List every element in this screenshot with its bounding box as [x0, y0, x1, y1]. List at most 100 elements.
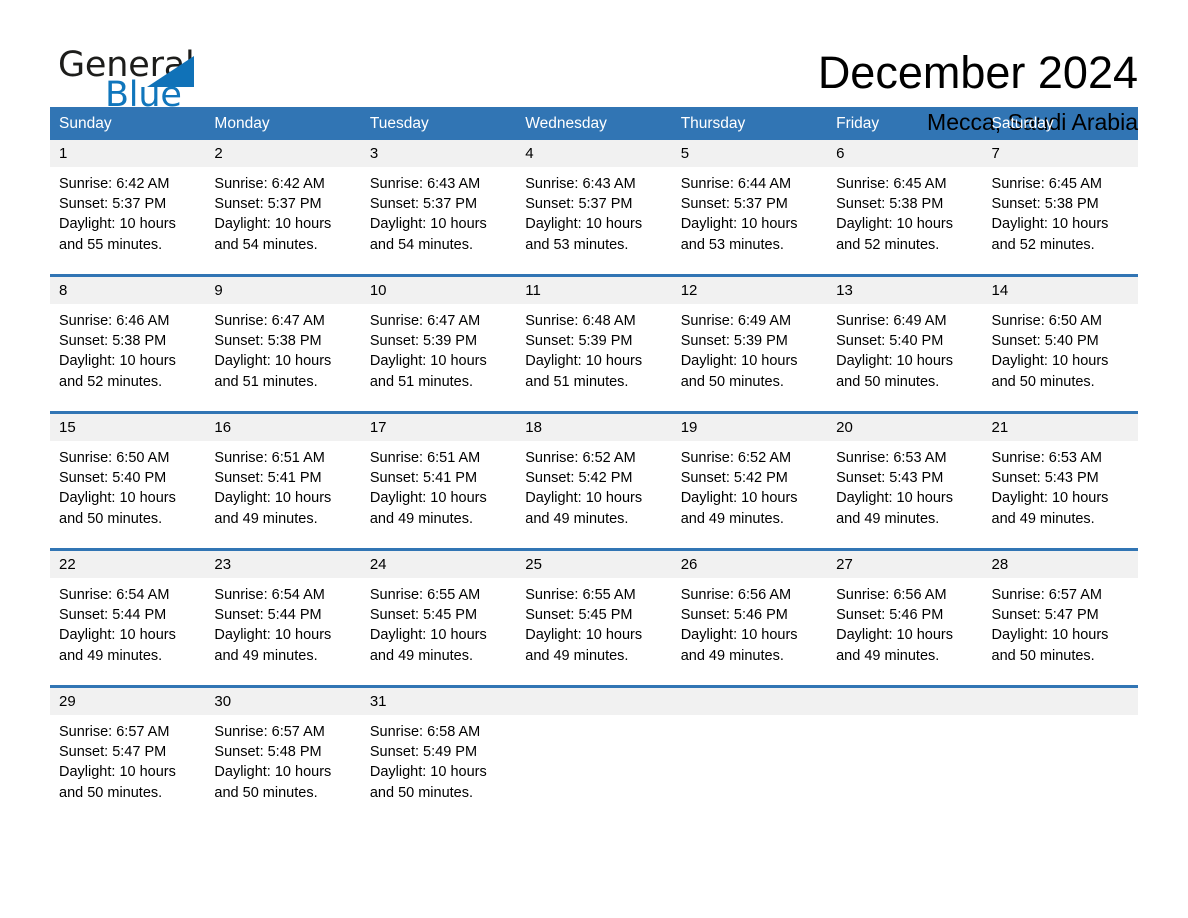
weekday-header-thursday: Thursday: [680, 115, 746, 132]
day-number[interactable]: 26: [672, 551, 827, 578]
day-number[interactable]: 7: [983, 140, 1138, 167]
sunrise-text: Sunrise: 6:47 AM: [369, 313, 481, 329]
daylight-text-line2: and 53 minutes.: [680, 236, 784, 253]
daylight-text-line1: Daylight: 10 hours: [369, 627, 487, 644]
sunrise-text: Sunrise: 6:45 AM: [836, 176, 947, 192]
daylight-text-line2: and 49 minutes.: [59, 647, 163, 664]
sunrise-text: Sunrise: 6:56 AM: [680, 587, 792, 603]
day-number[interactable]: 30: [205, 688, 360, 715]
day-number[interactable]: 11: [516, 277, 671, 304]
daylight-text-line1: Daylight: 10 hours: [214, 764, 332, 781]
day-number-empty: [672, 688, 827, 715]
sunset-text: Sunset: 5:37 PM: [369, 196, 478, 213]
daylight-text-line1: Daylight: 10 hours: [214, 216, 332, 233]
daylight-text-line1: Daylight: 10 hours: [59, 353, 176, 370]
day-cell: Sunrise: 6:43 AM Sunset: 5:37 PM Daylight:…: [516, 167, 671, 265]
calendar-weeks: 1 2 3 4 5 6 7 Sunrise: 6:42 AM Sunset: 5:37 PM Da…: [50, 140, 1138, 813]
day-number[interactable]: 18: [516, 414, 671, 441]
sunrise-text: Sunrise: 6:58 AM: [369, 724, 481, 740]
day-number-empty: [827, 688, 982, 715]
daylight-text-line1: Daylight: 10 hours: [59, 216, 176, 233]
day-number[interactable]: 21: [983, 414, 1138, 441]
daylight-text-line2: and 49 minutes.: [680, 510, 784, 527]
sunrise-text: Sunrise: 6:53 AM: [836, 450, 947, 466]
sunset-text: Sunset: 5:40 PM: [836, 333, 944, 350]
day-cell: Sunrise: 6:54 AM Sunset: 5:44 PM Daylight:…: [205, 578, 360, 676]
sunrise-text: Sunrise: 6:42 AM: [214, 176, 325, 192]
day-number[interactable]: 25: [516, 551, 671, 578]
day-number[interactable]: 15: [50, 414, 205, 441]
day-number[interactable]: 23: [205, 551, 360, 578]
day-number-empty: [516, 688, 671, 715]
weekday-header-row: Sunday Monday Tuesday Wednesday Thursday…: [50, 107, 1138, 140]
sunset-text: Sunset: 5:43 PM: [991, 470, 1099, 487]
day-number[interactable]: 5: [672, 140, 827, 167]
day-number[interactable]: 24: [361, 551, 516, 578]
day-detail-row: Sunrise: 6:54 AM Sunset: 5:44 PM Daylight:…: [50, 578, 1138, 676]
day-detail-row: Sunrise: 6:46 AM Sunset: 5:38 PM Daylight:…: [50, 304, 1138, 402]
daylight-text-line2: and 50 minutes.: [369, 784, 474, 801]
daylight-text-line1: Daylight: 10 hours: [525, 216, 643, 233]
day-number[interactable]: 2: [205, 140, 360, 167]
sunrise-text: Sunrise: 6:45 AM: [991, 176, 1102, 192]
day-number[interactable]: 19: [672, 414, 827, 441]
sunset-text: Sunset: 5:38 PM: [836, 196, 944, 213]
daylight-text-line2: and 49 minutes.: [680, 647, 784, 664]
daylight-text-line2: and 51 minutes.: [369, 373, 474, 390]
sunrise-text: Sunrise: 6:55 AM: [369, 587, 481, 603]
day-number[interactable]: 4: [516, 140, 671, 167]
daylight-text-line2: and 50 minutes.: [991, 647, 1095, 664]
day-number[interactable]: 3: [361, 140, 516, 167]
daylight-text-line1: Daylight: 10 hours: [836, 627, 953, 644]
general-blue-logo[interactable]: General Blue: [50, 44, 210, 116]
day-number[interactable]: 12: [672, 277, 827, 304]
day-cell: Sunrise: 6:54 AM Sunset: 5:44 PM Daylight:…: [50, 578, 205, 676]
sunrise-text: Sunrise: 6:53 AM: [991, 450, 1102, 466]
day-number[interactable]: 10: [361, 277, 516, 304]
sunrise-text: Sunrise: 6:51 AM: [369, 450, 481, 466]
day-number[interactable]: 22: [50, 551, 205, 578]
day-number[interactable]: 6: [827, 140, 982, 167]
daylight-text-line2: and 49 minutes.: [369, 510, 474, 527]
day-number[interactable]: 27: [827, 551, 982, 578]
day-cell: Sunrise: 6:47 AM Sunset: 5:38 PM Daylight:…: [205, 304, 360, 402]
day-number[interactable]: 8: [50, 277, 205, 304]
day-number[interactable]: 16: [205, 414, 360, 441]
sunrise-text: Sunrise: 6:52 AM: [680, 450, 792, 466]
sunset-text: Sunset: 5:45 PM: [369, 607, 478, 624]
day-cell: Sunrise: 6:55 AM Sunset: 5:45 PM Daylight:…: [516, 578, 671, 676]
day-number[interactable]: 9: [205, 277, 360, 304]
daylight-text-line2: and 52 minutes.: [836, 236, 940, 253]
day-cell: Sunrise: 6:52 AM Sunset: 5:42 PM Daylight:…: [672, 441, 827, 539]
daylight-text-line2: and 51 minutes.: [525, 373, 629, 390]
day-cell-empty: [672, 715, 827, 813]
daylight-text-line2: and 52 minutes.: [991, 236, 1095, 253]
daylight-text-line2: and 49 minutes.: [836, 647, 940, 664]
sunset-text: Sunset: 5:38 PM: [214, 333, 322, 350]
sunrise-text: Sunrise: 6:42 AM: [59, 176, 170, 192]
day-number[interactable]: 28: [983, 551, 1138, 578]
sunset-text: Sunset: 5:47 PM: [991, 607, 1099, 624]
daylight-text-line2: and 50 minutes.: [59, 784, 163, 801]
day-cell: Sunrise: 6:51 AM Sunset: 5:41 PM Daylight:…: [361, 441, 516, 539]
daylight-text-line1: Daylight: 10 hours: [214, 490, 332, 507]
day-number[interactable]: 17: [361, 414, 516, 441]
daylight-text-line1: Daylight: 10 hours: [369, 764, 487, 781]
day-number[interactable]: 14: [983, 277, 1138, 304]
daylight-text-line1: Daylight: 10 hours: [991, 627, 1109, 644]
sunset-text: Sunset: 5:39 PM: [369, 333, 478, 350]
day-cell: Sunrise: 6:42 AM Sunset: 5:37 PM Daylight:…: [50, 167, 205, 265]
sunset-text: Sunset: 5:46 PM: [680, 607, 788, 624]
sunrise-text: Sunrise: 6:49 AM: [836, 313, 947, 329]
day-number[interactable]: 20: [827, 414, 982, 441]
day-number[interactable]: 13: [827, 277, 982, 304]
day-cell-empty: [827, 715, 982, 813]
daylight-text-line1: Daylight: 10 hours: [214, 627, 332, 644]
daylight-text-line2: and 52 minutes.: [59, 373, 163, 390]
day-number[interactable]: 29: [50, 688, 205, 715]
sunrise-text: Sunrise: 6:57 AM: [59, 724, 170, 740]
day-number[interactable]: 31: [361, 688, 516, 715]
calendar-week-row: 1 2 3 4 5 6 7 Sunrise: 6:42 AM Sunset: 5:37 PM Da…: [50, 140, 1138, 265]
sunrise-text: Sunrise: 6:57 AM: [214, 724, 325, 740]
day-number[interactable]: 1: [50, 140, 205, 167]
